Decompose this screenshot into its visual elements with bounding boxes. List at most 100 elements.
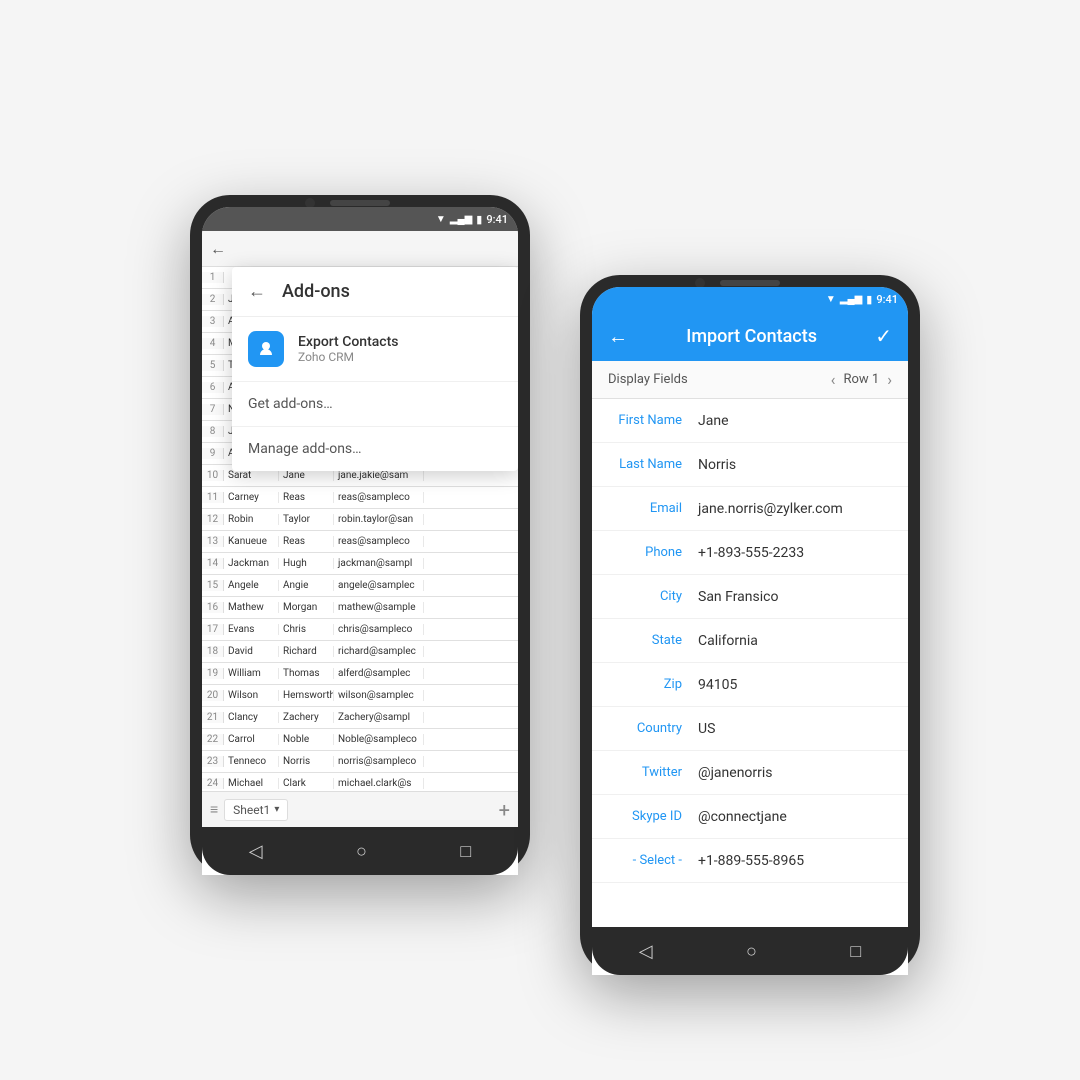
cell-lastname[interactable]: Robin [224, 514, 279, 525]
field-row[interactable]: Last Name Norris [592, 443, 908, 487]
row-nav-label: Row 1 [843, 372, 879, 387]
cell-email[interactable]: alferd@samplec [334, 668, 424, 679]
row-num: 12 [202, 514, 224, 525]
export-contacts-item[interactable]: Export Contacts Zoho CRM [232, 317, 518, 382]
cell-lastname[interactable]: William [224, 668, 279, 679]
cell-firstname[interactable]: Zachery [279, 712, 334, 723]
speaker-phone1 [330, 200, 390, 206]
cell-firstname[interactable]: Richard [279, 646, 334, 657]
field-row[interactable]: Email jane.norris@zylker.com [592, 487, 908, 531]
cell-firstname[interactable]: Angie [279, 580, 334, 591]
cell-email[interactable]: reas@sampleco [334, 492, 424, 503]
cell-email[interactable]: wilson@samplec [334, 690, 424, 701]
field-row[interactable]: City San Fransico [592, 575, 908, 619]
import-back-icon[interactable]: ← [608, 324, 628, 349]
cell-firstname[interactable]: Thomas [279, 668, 334, 679]
cell-firstname[interactable]: Norris [279, 756, 334, 767]
time-phone1: 9:41 [486, 213, 508, 226]
cell-firstname[interactable]: Taylor [279, 514, 334, 525]
row-num: 2 [202, 294, 224, 305]
cell-lastname[interactable]: Angele [224, 580, 279, 591]
field-row[interactable]: Twitter @janenorris [592, 751, 908, 795]
cell-email[interactable]: mathew@sample [334, 602, 424, 613]
row-num: 3 [202, 316, 224, 327]
field-value: Norris [698, 457, 892, 473]
cell-lastname[interactable]: Wilson [224, 690, 279, 701]
cell-email[interactable]: robin.taylor@san [334, 514, 424, 525]
field-row[interactable]: Phone +1-893-555-2233 [592, 531, 908, 575]
nav-recent-phone2[interactable]: □ [850, 941, 861, 962]
cell-firstname[interactable]: Morgan [279, 602, 334, 613]
nav-back-phone1[interactable]: ◁ [249, 841, 263, 862]
cell-email[interactable]: angele@samplec [334, 580, 424, 591]
cell-lastname[interactable]: David [224, 646, 279, 657]
nav-home-phone2[interactable]: ○ [746, 941, 757, 962]
phone1-screen: ▼ ▂▄▆ ▮ 9:41 ← 1 2 Jane [202, 207, 518, 875]
row-num: 6 [202, 382, 224, 393]
row-num: 10 [202, 470, 224, 481]
add-sheet-button[interactable]: + [499, 798, 510, 822]
field-value: San Fransico [698, 589, 892, 605]
cell-firstname[interactable]: Reas [279, 536, 334, 547]
cell-firstname[interactable]: Chris [279, 624, 334, 635]
speaker-phone2 [720, 280, 780, 286]
row-nav-right-icon[interactable]: › [887, 370, 892, 389]
cell-lastname[interactable]: Mathew [224, 602, 279, 613]
field-row[interactable]: First Name Jane [592, 399, 908, 443]
field-row[interactable]: Skype ID @connectjane [592, 795, 908, 839]
cell-lastname[interactable]: Kanueue [224, 536, 279, 547]
menu-icon[interactable]: ≡ [210, 801, 218, 818]
import-check-icon[interactable]: ✓ [875, 324, 892, 348]
addons-overlay: ← Add-ons Export Contacts Zoho CRM [232, 267, 518, 471]
manage-addons-item[interactable]: Manage add-ons… [232, 427, 518, 471]
cell-firstname[interactable]: Clark [279, 778, 334, 789]
nav-back-phone2[interactable]: ◁ [639, 941, 653, 962]
field-row[interactable]: Zip 94105 [592, 663, 908, 707]
addon-name: Export Contacts [298, 334, 398, 350]
wifi-icon-phone1: ▼ [436, 214, 446, 225]
cell-email[interactable]: jane.jakie@sam [334, 470, 424, 481]
cell-email[interactable]: norris@sampleco [334, 756, 424, 767]
get-addons-item[interactable]: Get add-ons… [232, 382, 518, 427]
nav-recent-phone1[interactable]: □ [460, 841, 471, 862]
field-value: jane.norris@zylker.com [698, 501, 892, 517]
cell-lastname[interactable]: Michael [224, 778, 279, 789]
cell-lastname[interactable]: Evans [224, 624, 279, 635]
cell-lastname[interactable]: Carney [224, 492, 279, 503]
row-num: 22 [202, 734, 224, 745]
nav-home-phone1[interactable]: ○ [356, 841, 367, 862]
cell-firstname[interactable]: Hugh [279, 558, 334, 569]
addons-back-icon[interactable]: ← [248, 281, 266, 302]
cell-email[interactable]: Noble@sampleco [334, 734, 424, 745]
table-row: 18 David Richard richard@samplec [202, 641, 518, 663]
table-row: 16 Mathew Morgan mathew@sample [202, 597, 518, 619]
field-value: Jane [698, 413, 892, 429]
field-label: City [608, 589, 698, 604]
field-row[interactable]: - Select - +1-889-555-8965 [592, 839, 908, 883]
sheet-tab-1[interactable]: Sheet1 ▾ [224, 799, 288, 821]
addon-sub: Zoho CRM [298, 350, 398, 364]
back-button-phone1[interactable]: ← [210, 239, 226, 259]
cell-email[interactable]: michael.clark@s [334, 778, 424, 789]
field-row[interactable]: State California [592, 619, 908, 663]
cell-email[interactable]: Zachery@sampl [334, 712, 424, 723]
cell-firstname[interactable]: Noble [279, 734, 334, 745]
cell-firstname[interactable]: Jane [279, 470, 334, 481]
row-nav-left-icon[interactable]: ‹ [831, 370, 836, 389]
cell-firstname[interactable]: Reas [279, 492, 334, 503]
cell-email[interactable]: jackman@sampl [334, 558, 424, 569]
row-num: 4 [202, 338, 224, 349]
cell-lastname[interactable]: Carrol [224, 734, 279, 745]
cell-lastname[interactable]: Sarat [224, 470, 279, 481]
cell-email[interactable]: reas@sampleco [334, 536, 424, 547]
phone-spreadsheet: ▼ ▂▄▆ ▮ 9:41 ← 1 2 Jane [190, 195, 530, 875]
cell-lastname[interactable]: Jackman [224, 558, 279, 569]
cell-lastname[interactable]: Clancy [224, 712, 279, 723]
cell-firstname[interactable]: Hemsworth [279, 690, 334, 701]
table-row: 23 Tenneco Norris norris@sampleco [202, 751, 518, 773]
cell-email[interactable]: richard@samplec [334, 646, 424, 657]
cell-email[interactable]: chris@sampleco [334, 624, 424, 635]
cell-lastname[interactable]: Tenneco [224, 756, 279, 767]
field-label: Last Name [608, 457, 698, 472]
field-row[interactable]: Country US [592, 707, 908, 751]
